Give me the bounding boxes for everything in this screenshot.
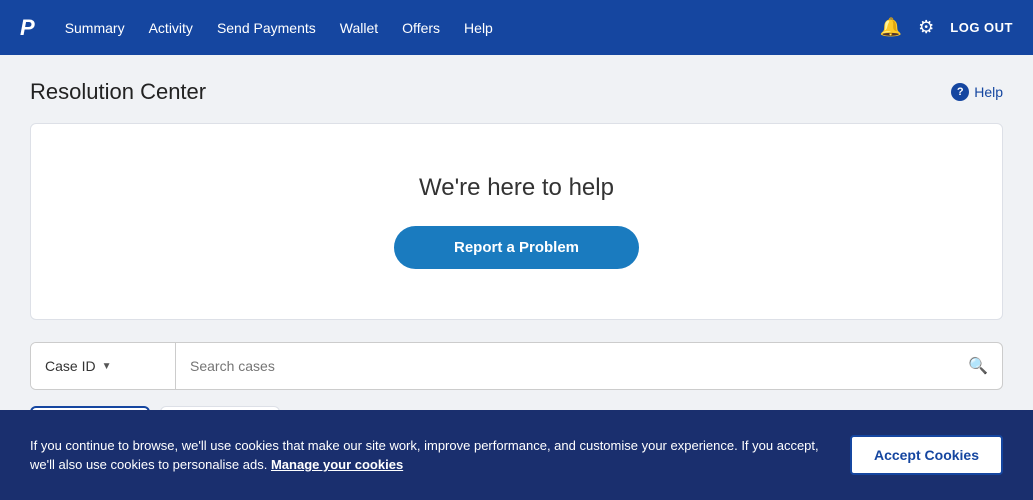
nav-wallet[interactable]: Wallet xyxy=(340,20,378,36)
hero-heading: We're here to help xyxy=(51,174,982,202)
search-bar: Case ID ▼ 🔍 xyxy=(30,342,1003,390)
accept-cookies-button[interactable]: Accept Cookies xyxy=(850,435,1003,475)
nav-activity[interactable]: Activity xyxy=(149,20,193,36)
nav-links: Summary Activity Send Payments Wallet Of… xyxy=(65,20,850,36)
case-id-dropdown[interactable]: Case ID ▼ xyxy=(31,343,176,389)
hero-card: We're here to help Report a Problem xyxy=(30,123,1003,320)
settings-gear-icon[interactable]: ⚙ xyxy=(918,17,934,38)
report-problem-button[interactable]: Report a Problem xyxy=(394,226,639,269)
nav-help[interactable]: Help xyxy=(464,20,493,36)
cookie-text-body: If you continue to browse, we'll use coo… xyxy=(30,438,819,473)
dropdown-label: Case ID xyxy=(45,358,96,374)
search-icon: 🔍 xyxy=(968,356,988,376)
chevron-down-icon: ▼ xyxy=(102,361,112,372)
manage-cookies-link[interactable]: Manage your cookies xyxy=(271,457,403,472)
paypal-logo: P xyxy=(20,15,35,41)
nav-offers[interactable]: Offers xyxy=(402,20,440,36)
help-link[interactable]: ? Help xyxy=(951,83,1003,101)
cookie-banner: If you continue to browse, we'll use coo… xyxy=(0,410,1033,500)
navbar-right: 🔔 ⚙ LOG OUT xyxy=(880,17,1013,38)
cookie-message: If you continue to browse, we'll use coo… xyxy=(30,436,830,475)
nav-summary[interactable]: Summary xyxy=(65,20,125,36)
notification-bell-icon[interactable]: 🔔 xyxy=(880,17,902,38)
logout-button[interactable]: LOG OUT xyxy=(950,20,1013,35)
page-title: Resolution Center xyxy=(30,79,206,105)
search-button[interactable]: 🔍 xyxy=(954,343,1002,389)
help-circle-icon: ? xyxy=(951,83,969,101)
help-link-label: Help xyxy=(974,84,1003,100)
page-header: Resolution Center ? Help xyxy=(30,79,1003,105)
navbar: P Summary Activity Send Payments Wallet … xyxy=(0,0,1033,55)
nav-send-payments[interactable]: Send Payments xyxy=(217,20,316,36)
search-input[interactable] xyxy=(176,343,954,389)
